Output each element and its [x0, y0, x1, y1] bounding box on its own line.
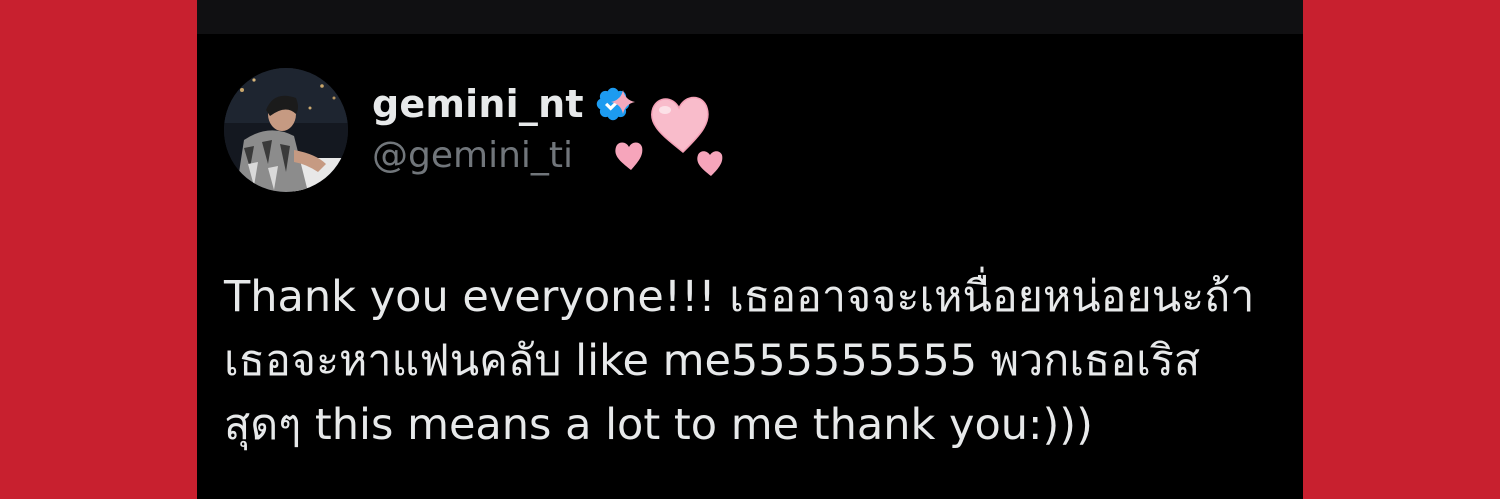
big-heart-icon [651, 96, 709, 154]
small-heart-right-icon [697, 151, 723, 176]
hearts-sticker [611, 90, 723, 176]
tweet-text: Thank you everyone!!! เธออาจจะเหนื่อยหน่… [224, 272, 1255, 450]
sparkle-icon [611, 90, 635, 114]
avatar[interactable] [224, 68, 348, 192]
display-name-row: gemini_nt [372, 80, 632, 128]
tweet-card: gemini_nt @gemini_ti Thank you everyone!… [197, 0, 1303, 499]
avatar-photo [224, 68, 348, 192]
top-strip [197, 0, 1303, 34]
display-name[interactable]: gemini_nt [372, 80, 584, 128]
small-heart-left-icon [615, 142, 643, 170]
handle[interactable]: @gemini_ti [372, 133, 573, 179]
